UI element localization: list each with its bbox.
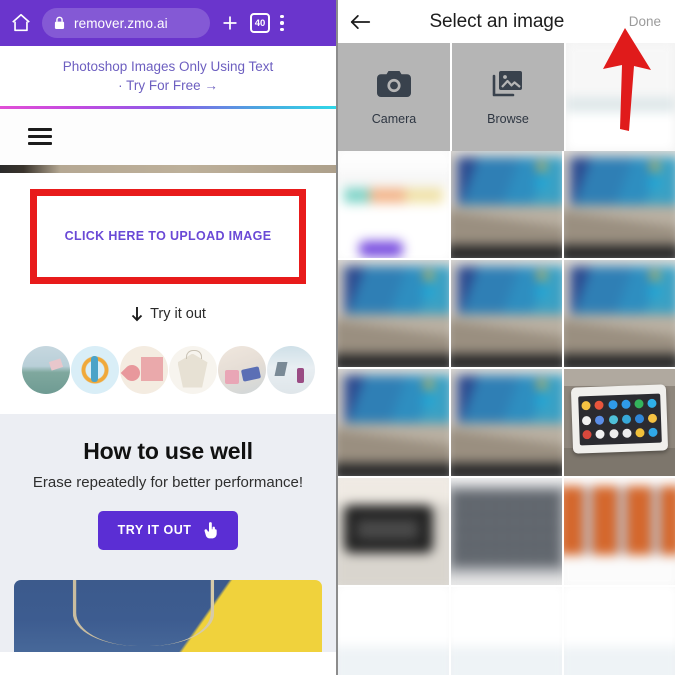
sample-ski[interactable]: [266, 345, 315, 394]
necklace-photo: [14, 579, 322, 652]
gallery-icon: [491, 69, 525, 99]
sample-desk[interactable]: [217, 345, 266, 394]
try-it-out-hint: Try it out: [0, 284, 336, 338]
sample-gift[interactable]: [119, 345, 168, 394]
upload-dropzone[interactable]: CLICK HERE TO UPLOAD IMAGE: [30, 188, 306, 284]
site-header: [0, 108, 336, 165]
page-title: Select an image: [429, 10, 565, 32]
photo-keyboard[interactable]: [451, 478, 562, 585]
how-to-subtitle: Erase repeatedly for better performance!: [32, 473, 304, 491]
picker-header: Select an image Done: [338, 0, 675, 43]
sample-thumbnails: [0, 338, 336, 414]
address-bar[interactable]: remover.zmo.ai: [42, 8, 210, 38]
promo-line-2: · Try For Free →: [118, 78, 218, 93]
photo-tablet-selected[interactable]: [564, 369, 675, 476]
source-buttons-row: Camera Browse: [338, 43, 675, 151]
photo-books-1[interactable]: [564, 478, 675, 585]
kebab-menu-icon[interactable]: [280, 14, 284, 32]
url-text: remover.zmo.ai: [74, 15, 168, 31]
photo-tv-6[interactable]: [338, 369, 449, 476]
photo-tv-1[interactable]: [451, 151, 562, 258]
browser-toolbar: remover.zmo.ai 40: [0, 0, 336, 46]
sample-clock[interactable]: [70, 345, 119, 394]
camera-icon: [377, 69, 411, 99]
lock-icon: [54, 16, 65, 30]
camera-label: Camera: [371, 111, 417, 126]
try-it-out-text: Try it out: [150, 305, 206, 322]
upload-dropzone-label: CLICK HERE TO UPLOAD IMAGE: [64, 229, 272, 243]
photo-tv-7[interactable]: [451, 369, 562, 476]
upload-annotation-wrapper: CLICK HERE TO UPLOAD IMAGE: [0, 173, 336, 284]
necklace-photo-card: [0, 571, 336, 652]
down-arrow-icon: [130, 306, 144, 322]
photo-dark-device[interactable]: [338, 478, 449, 585]
photo-soft-1[interactable]: [338, 587, 449, 675]
how-to-use-section: How to use well Erase repeatedly for bet…: [0, 413, 336, 572]
photo-soft-2[interactable]: [451, 587, 562, 675]
photo-tv-4[interactable]: [451, 260, 562, 367]
promo-banner[interactable]: Photoshop Images Only Using Text · Try F…: [0, 46, 336, 106]
photo-tv-5[interactable]: [564, 260, 675, 367]
sample-shirt[interactable]: [168, 345, 217, 394]
browser-pane: remover.zmo.ai 40 Photoshop Images Only …: [0, 0, 338, 675]
grid-peek-cell[interactable]: [566, 43, 675, 151]
sample-beach[interactable]: [21, 345, 70, 394]
done-button[interactable]: Done: [629, 14, 661, 29]
hamburger-icon[interactable]: [28, 128, 52, 145]
tablet-body: [570, 384, 669, 455]
photo-tv-3[interactable]: [338, 260, 449, 367]
image-picker-pane: Select an image Done Camera Browse: [338, 0, 675, 675]
photo-grid: [338, 151, 675, 675]
photo-webpage[interactable]: [338, 151, 449, 258]
plus-icon[interactable]: [220, 13, 240, 33]
tab-counter[interactable]: 40: [250, 13, 270, 33]
screenshot-root: remover.zmo.ai 40 Photoshop Images Only …: [0, 0, 675, 675]
photo-tv-2[interactable]: [564, 151, 675, 258]
try-it-out-button-label: TRY IT OUT: [117, 523, 192, 537]
camera-button[interactable]: Camera: [338, 43, 450, 151]
photo-books-2[interactable]: [564, 587, 675, 675]
browse-button[interactable]: Browse: [452, 43, 564, 151]
necklace-chain: [72, 579, 215, 646]
hero-image-strip: [0, 164, 336, 173]
how-to-title: How to use well: [83, 437, 253, 464]
pointing-hand-icon: [203, 521, 218, 539]
site-content: CLICK HERE TO UPLOAD IMAGE Try it out Ho…: [0, 172, 336, 652]
promo-line-1: Photoshop Images Only Using Text: [62, 59, 274, 74]
tablet-screen: [577, 393, 662, 446]
home-icon[interactable]: [10, 12, 32, 34]
try-it-out-button[interactable]: TRY IT OUT: [97, 510, 239, 550]
back-arrow-icon[interactable]: [350, 13, 371, 31]
browse-label: Browse: [487, 111, 529, 126]
